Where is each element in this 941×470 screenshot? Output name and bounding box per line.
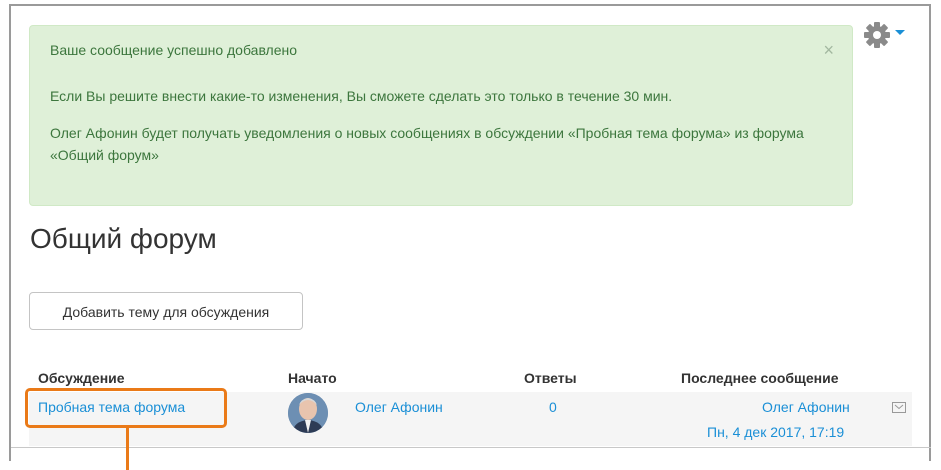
alert-message-edit-window: Если Вы решите внести какие-то изменения…: [50, 88, 673, 104]
close-icon[interactable]: ×: [823, 41, 834, 59]
settings-menu-button[interactable]: [863, 21, 907, 49]
last-post-date-link[interactable]: Пн, 4 дек 2017, 17:19: [707, 424, 844, 440]
last-post-author-link[interactable]: Олег Афонин: [762, 399, 850, 415]
page-title: Общий форум: [30, 223, 217, 254]
success-alert: Ваше сообщение успешно добавлено Если Вы…: [29, 25, 853, 206]
column-header-last-post: Последнее сообщение: [681, 370, 839, 386]
callout-connector: [126, 428, 129, 470]
add-discussion-button[interactable]: Добавить тему для обсуждения: [29, 292, 303, 330]
started-by-link[interactable]: Олег Афонин: [355, 399, 443, 415]
highlight-box: [25, 388, 227, 428]
alert-message-added: Ваше сообщение успешно добавлено: [50, 42, 298, 58]
user-photo-icon: [288, 393, 328, 433]
column-header-started-by: Начато: [288, 370, 337, 386]
column-header-discussion: Обсуждение: [38, 370, 125, 386]
envelope-icon[interactable]: [892, 402, 906, 413]
alert-message-subscription: Олег Афонин будет получать уведомления о…: [50, 125, 804, 163]
divider: [11, 447, 931, 448]
replies-link[interactable]: 0: [549, 399, 557, 415]
caret-down-icon: [895, 30, 905, 35]
gear-icon: [864, 22, 890, 48]
column-header-replies: Ответы: [524, 370, 577, 386]
avatar[interactable]: [288, 393, 328, 433]
